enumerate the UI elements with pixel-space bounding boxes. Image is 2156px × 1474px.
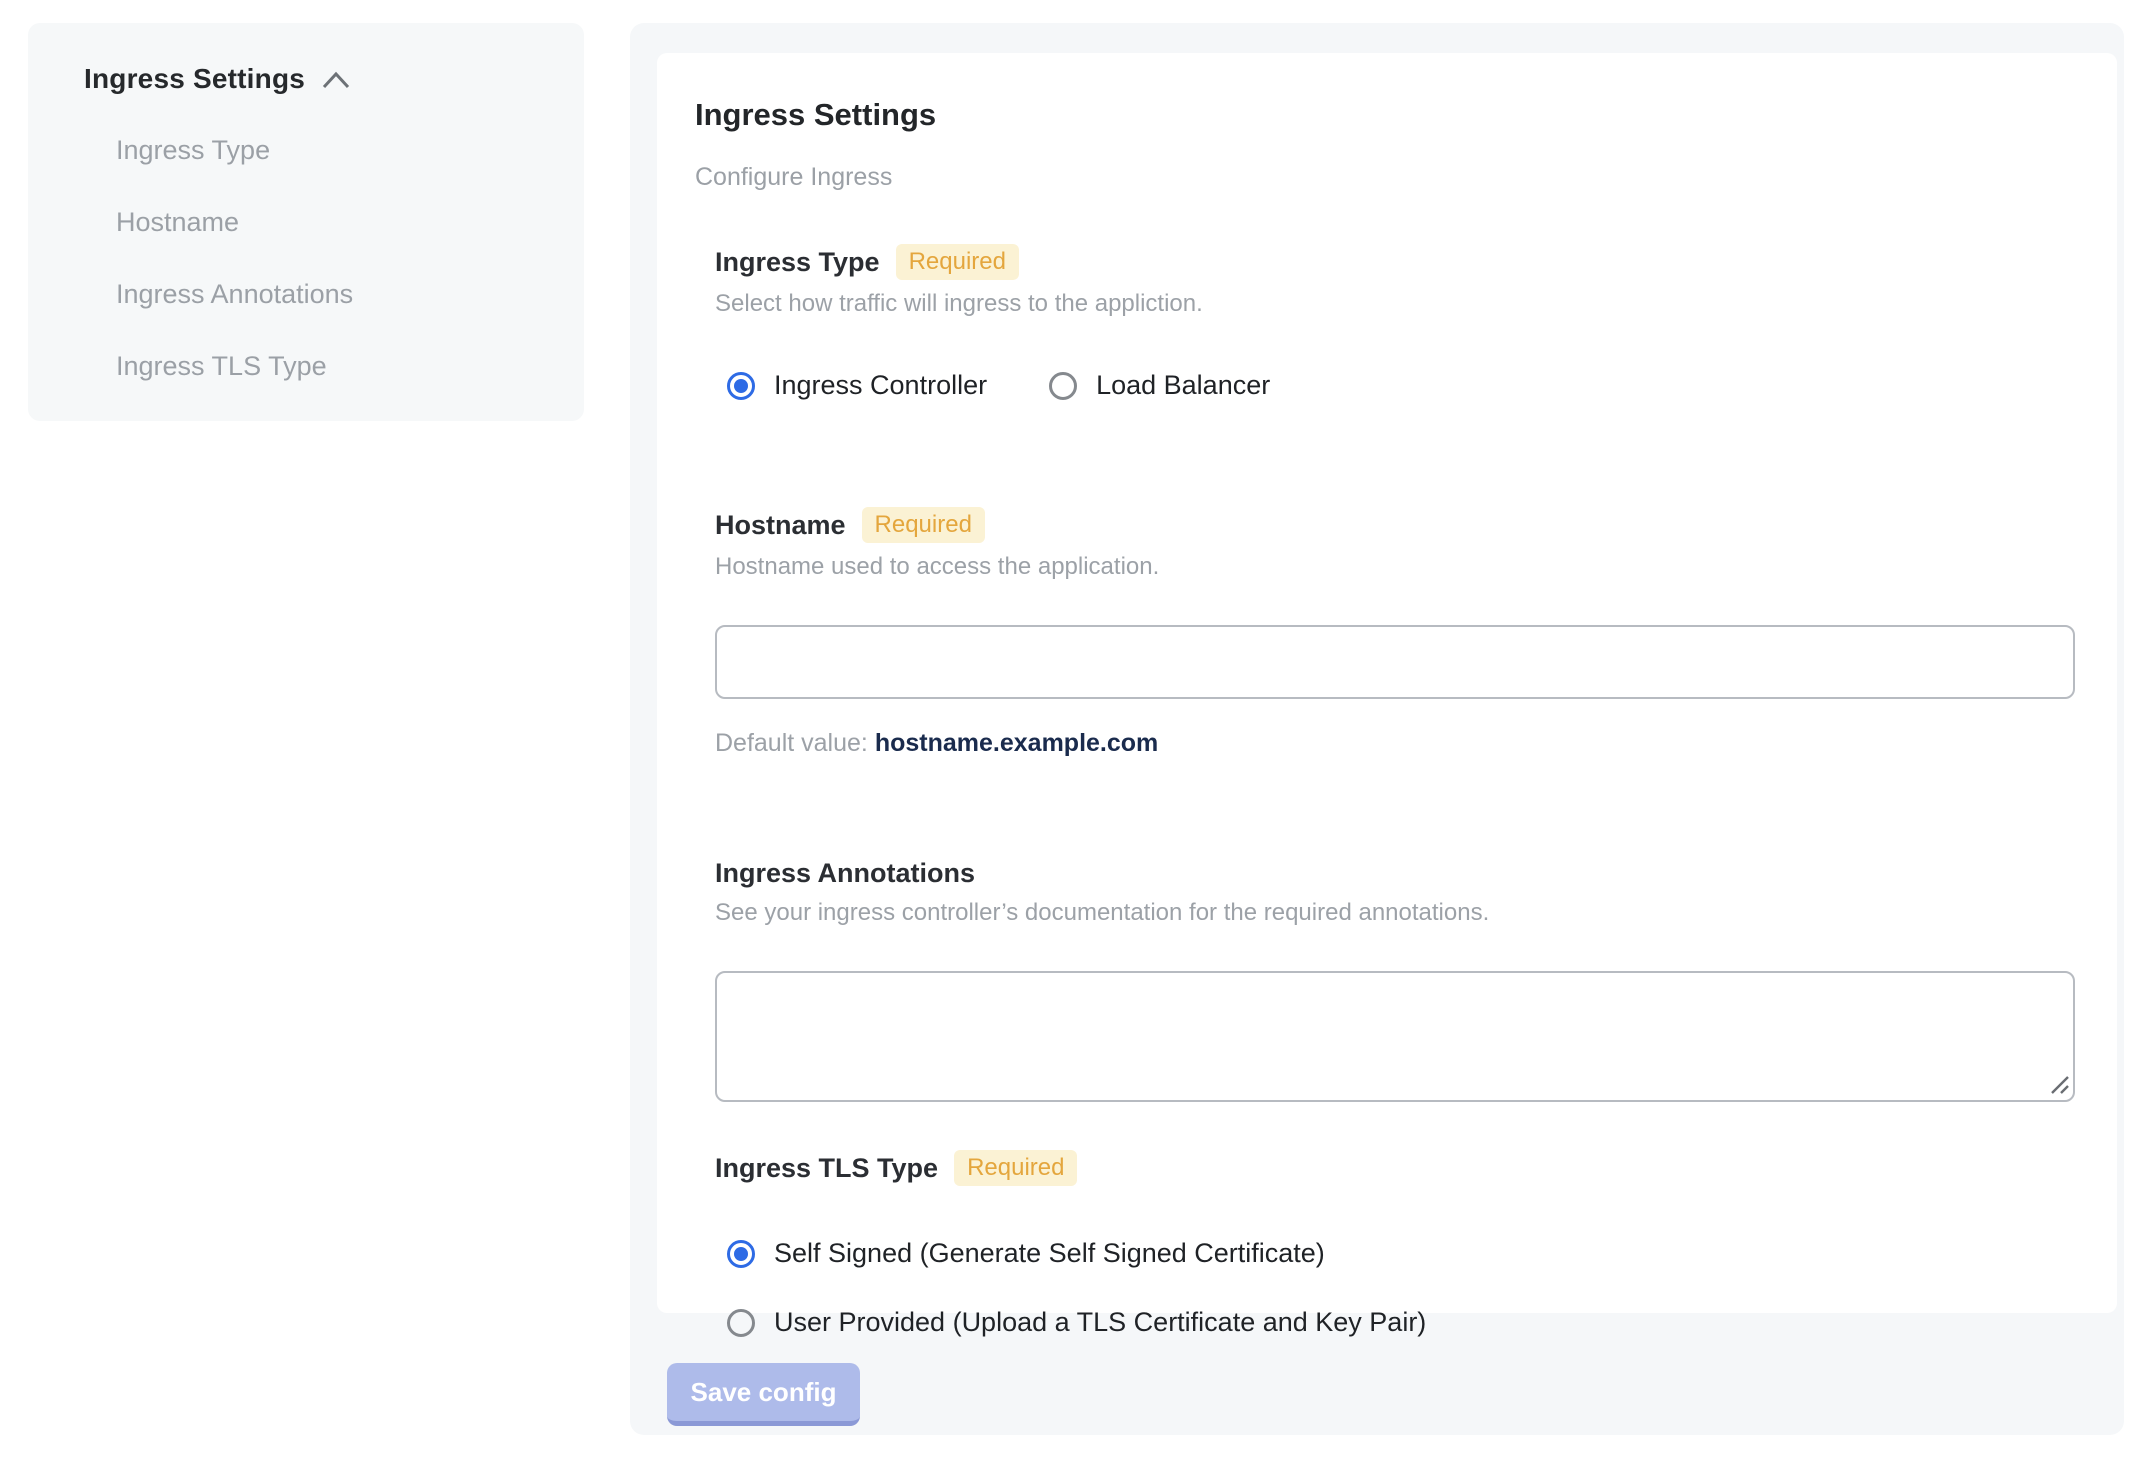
hostname-default-line: Default value: hostname.example.com xyxy=(715,729,2077,758)
sidebar-item-hostname[interactable]: Hostname xyxy=(116,207,554,238)
ingress-settings-card: Ingress Settings Configure Ingress Ingre… xyxy=(657,53,2117,1337)
radio-option-user-provided[interactable]: User Provided (Upload a TLS Certificate … xyxy=(727,1307,2077,1338)
ingress-type-radio-group: Ingress Controller Load Balancer xyxy=(715,370,2077,401)
hostname-description: Hostname used to access the application. xyxy=(715,553,1160,580)
default-value-label: Default value: xyxy=(715,729,868,757)
radio-option-label: Self Signed (Generate Self Signed Certif… xyxy=(774,1238,1325,1268)
chevron-up-icon xyxy=(322,71,350,89)
ingress-type-description: Select how traffic will ingress to the a… xyxy=(715,290,1203,317)
ingress-tls-radio-group: Self Signed (Generate Self Signed Certif… xyxy=(715,1238,2077,1338)
ingress-tls-type-label: Ingress TLS Type xyxy=(715,1152,939,1183)
section-ingress-type: Ingress Type Required Select how traffic… xyxy=(715,244,2077,401)
section-hostname: Hostname Required Hostname used to acces… xyxy=(715,507,2077,758)
save-config-button[interactable]: Save config xyxy=(667,1363,860,1426)
section-ingress-annotations: Ingress Annotations See your ingress con… xyxy=(715,858,2077,1102)
section-ingress-tls-type: Ingress TLS Type Required Self Signed (G… xyxy=(715,1150,2077,1338)
settings-sidebar: Ingress Settings Ingress Type Hostname I… xyxy=(28,23,584,421)
sidebar-item-ingress-type[interactable]: Ingress Type xyxy=(116,135,554,166)
hostname-input[interactable] xyxy=(715,625,2075,699)
ingress-annotations-label: Ingress Annotations xyxy=(715,858,976,888)
radio-option-load-balancer[interactable]: Load Balancer xyxy=(1049,370,1270,401)
radio-icon[interactable] xyxy=(727,1308,755,1337)
ingress-annotations-description: See your ingress controller’s documentat… xyxy=(715,899,1490,926)
ingress-settings-panel: Ingress Settings Configure Ingress Ingre… xyxy=(630,23,2124,1435)
default-value-text: hostname.example.com xyxy=(874,729,1159,757)
radio-option-label: User Provided (Upload a TLS Certificate … xyxy=(774,1307,1427,1337)
radio-option-label: Load Balancer xyxy=(1096,370,1271,400)
radio-option-label: Ingress Controller xyxy=(774,370,988,400)
required-badge: Required xyxy=(861,507,985,543)
radio-icon[interactable] xyxy=(727,1239,755,1268)
sidebar-item-list: Ingress Type Hostname Ingress Annotation… xyxy=(116,135,554,382)
radio-icon[interactable] xyxy=(727,371,755,400)
sidebar-item-ingress-tls-type[interactable]: Ingress TLS Type xyxy=(116,351,554,382)
radio-option-ingress-controller[interactable]: Ingress Controller xyxy=(727,370,987,401)
sidebar-section-toggle[interactable]: Ingress Settings xyxy=(84,63,554,95)
ingress-annotations-textarea[interactable] xyxy=(715,971,2075,1102)
sidebar-section-title: Ingress Settings xyxy=(84,63,306,94)
required-badge: Required xyxy=(954,1150,1078,1186)
sidebar-item-ingress-annotations[interactable]: Ingress Annotations xyxy=(116,279,554,310)
radio-icon[interactable] xyxy=(1049,371,1078,400)
page-title: Ingress Settings xyxy=(695,97,937,132)
hostname-label: Hostname xyxy=(715,509,846,540)
required-badge: Required xyxy=(895,244,1019,280)
radio-option-self-signed[interactable]: Self Signed (Generate Self Signed Certif… xyxy=(727,1238,2077,1269)
ingress-type-label: Ingress Type xyxy=(715,246,880,277)
page-subtitle: Configure Ingress xyxy=(695,163,893,191)
